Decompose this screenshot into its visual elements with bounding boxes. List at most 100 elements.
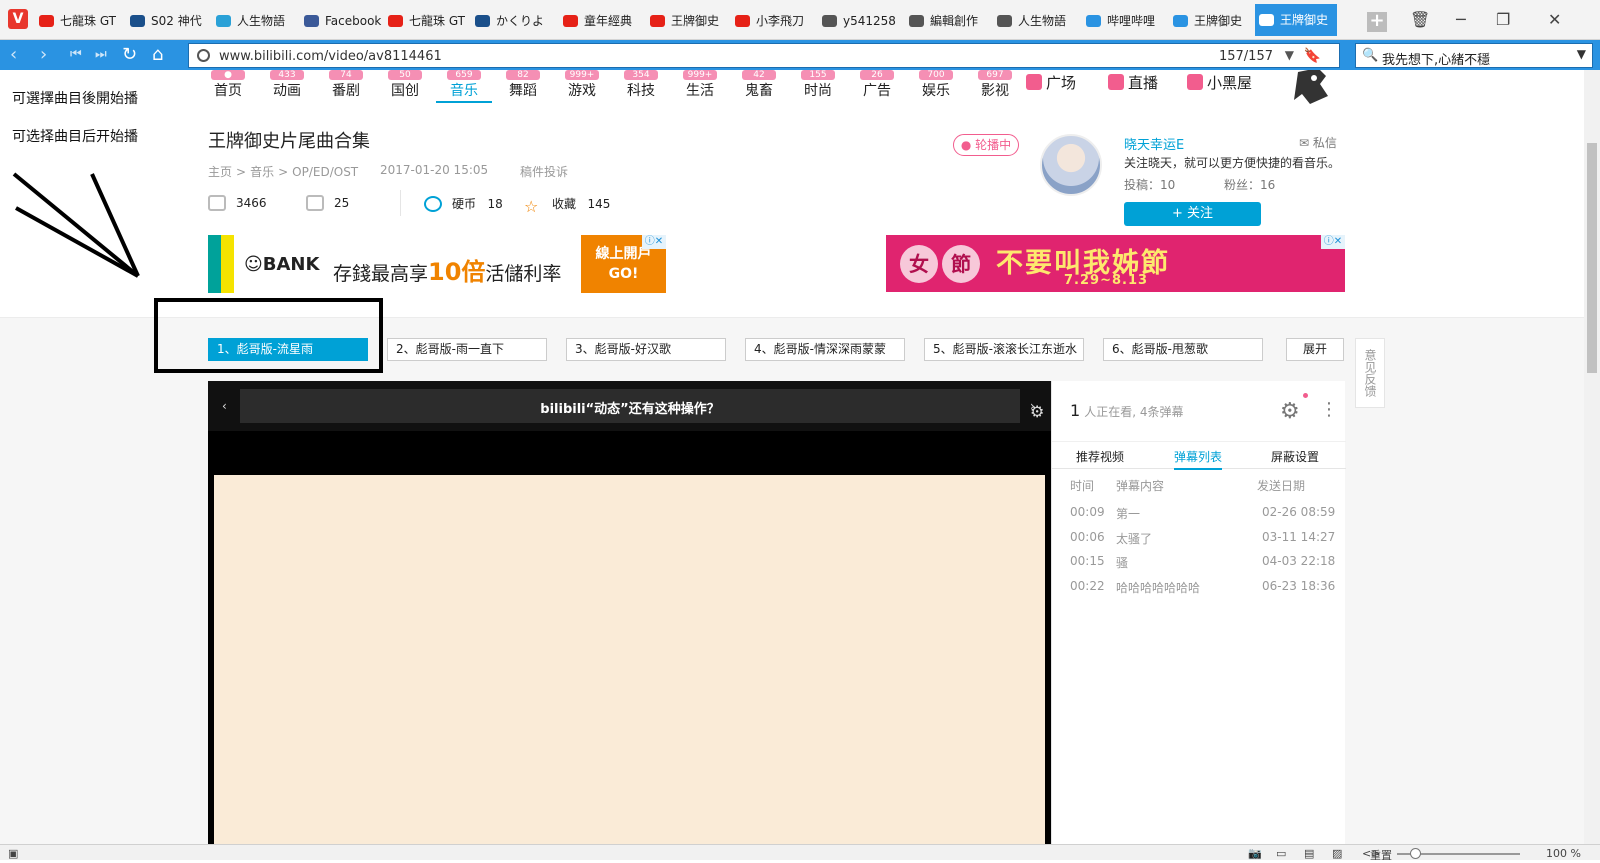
more-options-icon[interactable]: ⋮ [1320,399,1338,420]
search-value[interactable]: 我先想下,心緒不穩 [1382,49,1490,68]
next-arrow-icon[interactable]: › [1030,399,1035,413]
favorite-button[interactable]: ☆ 收藏 145 [524,195,610,216]
browser-tab[interactable]: 七龍珠 GT [384,8,469,34]
danmaku-row[interactable]: 00:09 第一 02-26 08:59 [1052,501,1346,525]
close-window-button[interactable]: ✕ [1548,10,1561,29]
bank-ad-banner[interactable]: ☺BANK 存錢最高享10倍活儲利率 線上開戶 GO! ⓘ✕ [208,235,666,293]
browser-tab[interactable]: y541258 [818,8,903,34]
browser-tab[interactable]: 童年經典 [559,8,644,34]
nav-category[interactable]: 50 国创 [377,70,433,99]
images-icon[interactable]: ▨ [1332,847,1342,860]
nav-link[interactable]: 广场 [1026,72,1076,93]
video-player[interactable]: ‹ bilibili“动态”还有这种操作？ ⚙ › [208,381,1051,844]
zoom-reset-button[interactable]: 重置 [1370,847,1392,863]
search-field[interactable]: 🔍 我先想下,心緒不穩 ▼ [1355,43,1593,68]
column-header-content: 弹幕内容 [1116,479,1165,493]
coin-button[interactable]: 硬币 18 [424,195,503,212]
trash-icon[interactable]: 🗑 [1410,10,1430,29]
ad-choices-icon[interactable]: ⓘ✕ [1321,235,1345,249]
browser-tab[interactable]: 七龍珠 GT [35,8,123,34]
browser-tab[interactable]: 編輯創作 [905,8,991,34]
nav-category[interactable]: 700 娱乐 [908,70,964,99]
report-link[interactable]: 稿件投诉 [520,163,568,180]
browser-tab[interactable]: S02 神代 [126,8,210,34]
playlist-part-button[interactable]: 2、彪哥版-雨一直下 [387,338,547,361]
browser-tab[interactable]: 王牌御史 [1169,8,1253,34]
breadcrumb-link[interactable]: 主页 [208,165,232,179]
danmaku-row[interactable]: 00:06 太骚了 03-11 14:27 [1052,526,1346,550]
nav-link[interactable]: 直播 [1108,72,1158,93]
danmaku-settings-gear-icon[interactable]: ⚙ [1280,399,1300,424]
vivaldi-menu-icon[interactable]: V [8,9,28,29]
danmaku-row[interactable]: 00:15 骚 04-03 22:18 [1052,550,1346,574]
playlist-part-button[interactable]: 4、彪哥版-情深深雨蒙蒙 [745,338,905,361]
follow-button[interactable]: + 关注 [1124,202,1261,226]
nav-category[interactable]: 155 时尚 [790,70,846,99]
browser-tab[interactable]: 王牌御史 [1255,4,1337,36]
nav-category[interactable]: 26 广告 [849,70,905,99]
nav-category[interactable]: 659 音乐 [436,70,492,103]
danmaku-tab[interactable]: 弹幕列表 [1174,448,1223,470]
uploader-name[interactable]: 晓天幸运E [1124,134,1184,153]
nav-category[interactable]: 999+ 生活 [672,70,728,99]
ad-choices-icon[interactable]: ⓘ✕ [642,235,666,249]
carousel-badge[interactable]: ● 轮播中 [953,134,1019,156]
browser-tab[interactable]: Facebook [300,8,382,34]
breadcrumb-link[interactable]: OP/ED/OST [292,165,358,179]
browser-tab[interactable]: 人生物語 [212,8,298,34]
expand-button[interactable]: 展开 [1286,338,1344,361]
nav-category[interactable]: ● 首页 [200,70,256,99]
browser-tab[interactable]: かくりよ [471,8,557,34]
zoom-slider-handle[interactable] [1410,848,1422,859]
playlist-part-button[interactable]: 5、彪哥版-滚滚长江东逝水 [924,338,1084,361]
browser-tab[interactable]: 王牌御史 [646,8,729,34]
danmaku-tab[interactable]: 屏蔽设置 [1271,448,1319,465]
nav-category[interactable]: 74 番剧 [318,70,374,99]
bookmark-icon[interactable]: 🔖 [1304,48,1321,64]
panel-toggle-icon[interactable]: ▣ [8,847,18,860]
nav-category[interactable]: 697 影视 [967,70,1023,99]
url-dropdown-icon[interactable]: ▼ [1285,48,1294,62]
new-tab-button[interactable]: + [1367,12,1387,32]
page-scrollbar[interactable] [1584,70,1600,844]
browser-tab[interactable]: 人生物語 [993,8,1080,34]
browser-tab[interactable]: 哔哩哔哩 [1082,8,1167,34]
feedback-button[interactable]: 意见反馈 [1355,338,1385,408]
scrollbar-thumb[interactable] [1587,143,1597,373]
nav-category[interactable]: 42 鬼畜 [731,70,787,99]
promo-ad-banner[interactable]: 女 節 不要叫我姊節 7.29~8.13 ⓘ✕ [886,235,1345,292]
tile-icon[interactable]: ▭ [1276,847,1286,860]
restore-button[interactable]: ❐ [1496,10,1510,29]
mascot-icon[interactable] [1288,70,1332,106]
home-icon[interactable]: ⌂ [152,44,163,66]
nav-category[interactable]: 433 动画 [259,70,315,99]
reload-icon[interactable]: ↻ [122,44,137,66]
reader-icon[interactable]: ▤ [1304,847,1314,860]
nav-category[interactable]: 354 科技 [613,70,669,99]
player-banner[interactable]: bilibili“动态”还有这种操作？ ⚙ [240,389,1044,423]
danmaku-tab[interactable]: 推荐视频 [1076,448,1124,465]
search-engine-dropdown-icon[interactable]: ▼ [1577,47,1586,61]
nav-category[interactable]: 82 舞蹈 [495,70,551,99]
prev-arrow-icon[interactable]: ‹ [222,399,227,413]
danmaku-row[interactable]: 00:22 哈哈哈哈哈哈哈 06-23 18:36 [1052,575,1346,599]
minimize-button[interactable]: ─ [1456,10,1466,29]
nav-link[interactable]: 小黑屋 [1187,72,1252,93]
rewind-button[interactable]: ⏮ [70,44,82,66]
video-screen[interactable] [214,475,1045,844]
playlist-part-button[interactable]: 6、彪哥版-甩葱歌 [1103,338,1263,361]
url-field[interactable]: www.bilibili.com/video/av8114461 157/157… [188,43,1340,68]
browser-tab[interactable]: 小李飛刀 [731,8,816,34]
forward-button[interactable]: › [40,44,47,66]
avatar[interactable] [1040,134,1102,196]
nav-category[interactable]: 999+ 游戏 [554,70,610,99]
fast-forward-button[interactable]: ⏭ [95,44,107,66]
breadcrumb-link[interactable]: 音乐 [250,165,274,179]
playlist-part-button[interactable]: 3、彪哥版-好汉歌 [566,338,726,361]
category-label: 娱乐 [922,83,950,99]
back-button[interactable]: ‹ [10,44,17,66]
site-info-icon[interactable] [197,49,210,62]
message-button[interactable]: ✉ 私信 [1299,134,1337,151]
url-text[interactable]: www.bilibili.com/video/av8114461 [219,49,442,64]
capture-icon[interactable]: 📷 [1248,847,1262,860]
